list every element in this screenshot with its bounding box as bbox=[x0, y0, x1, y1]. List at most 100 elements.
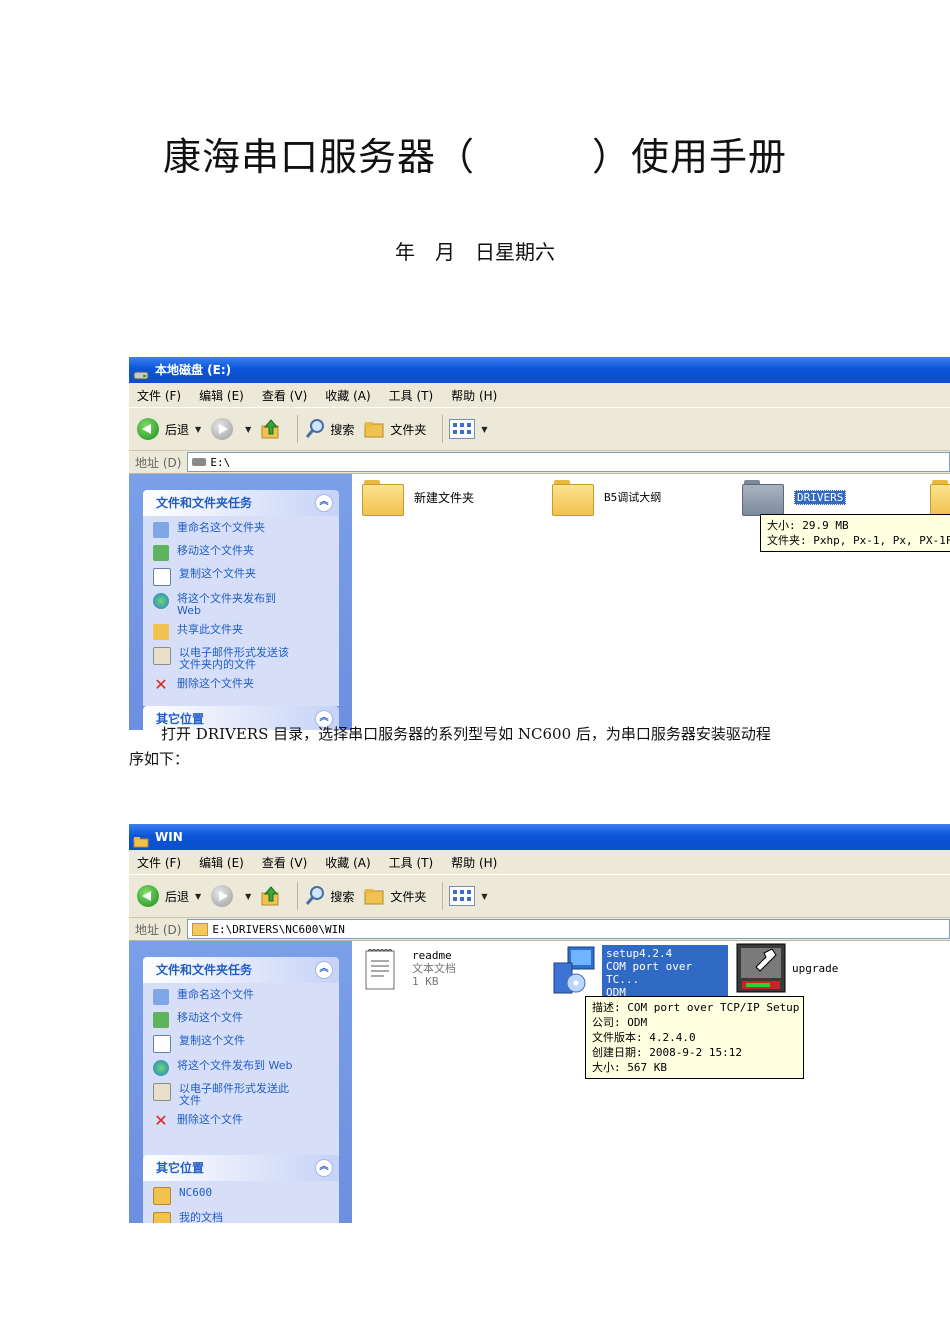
task-email-file[interactable]: 以电子邮件形式发送此 文件 bbox=[153, 1083, 339, 1107]
task-delete-folder[interactable]: ✕ 删除这个文件夹 bbox=[153, 677, 339, 694]
panel-header[interactable]: 文件和文件夹任务 ︽ bbox=[143, 957, 339, 983]
task-label: 重命名这个文件 bbox=[177, 988, 254, 1001]
folder-icon bbox=[742, 480, 784, 516]
chevron-down-icon[interactable]: ▼ bbox=[481, 892, 487, 901]
address-label: 地址 (D) bbox=[135, 922, 182, 937]
task-move-file[interactable]: 移动这个文件 bbox=[153, 1012, 339, 1028]
tooltip-created: 创建日期: 2008-9-2 15:12 bbox=[592, 1046, 742, 1059]
folder-item[interactable]: B5调试大纲 bbox=[552, 480, 661, 516]
menu-bar: 文件 (F) 编辑 (E) 查看 (V) 收藏 (A) 工具 (T) 帮助 (H… bbox=[129, 850, 950, 874]
menu-file[interactable]: 文件 (F) bbox=[137, 387, 181, 404]
explorer-window-win: WIN 文件 (F) 编辑 (E) 查看 (V) 收藏 (A) 工具 (T) 帮… bbox=[129, 824, 950, 1223]
toolbar-separator bbox=[442, 882, 444, 910]
task-label-cont: Web bbox=[177, 604, 201, 617]
document-date: 年 月 日星期六 bbox=[395, 240, 555, 264]
folder-item-partial[interactable] bbox=[930, 480, 950, 516]
folder-icon bbox=[362, 480, 404, 516]
back-button[interactable]: 后退 ▼ bbox=[137, 418, 201, 440]
chevron-down-icon[interactable]: ▼ bbox=[195, 425, 201, 434]
tooltip-size: 大小: 567 KB bbox=[592, 1061, 667, 1074]
back-label: 后退 bbox=[165, 422, 190, 437]
task-share-folder[interactable]: 共享此文件夹 bbox=[153, 624, 339, 640]
window-titlebar[interactable]: 本地磁盘 (E:) bbox=[129, 357, 950, 383]
up-button[interactable] bbox=[261, 885, 281, 907]
file-list: 新建文件夹 B5调试大纲 DRIVERS 大小: 29.9 MB 文件夹: Px… bbox=[352, 474, 950, 730]
paragraph-line: 序如下： bbox=[129, 750, 190, 768]
menu-help[interactable]: 帮助 (H) bbox=[451, 854, 497, 871]
menu-edit[interactable]: 编辑 (E) bbox=[199, 854, 244, 871]
task-email-files[interactable]: 以电子邮件形式发送该 文件夹内的文件 bbox=[153, 647, 339, 671]
file-tooltip: 描述: COM port over TCP/IP Setup 公司: ODM 文… bbox=[585, 996, 804, 1079]
task-label-group: 以电子邮件形式发送此 文件 bbox=[179, 1083, 289, 1107]
rename-icon bbox=[153, 989, 169, 1005]
folder-item[interactable]: 新建文件夹 bbox=[362, 480, 474, 516]
file-item-upgrade[interactable]: upgrade bbox=[736, 943, 838, 993]
task-copy-file[interactable]: 复制这个文件 bbox=[153, 1035, 339, 1053]
search-button[interactable]: 搜索 bbox=[304, 418, 354, 440]
file-item-setup-selected[interactable]: setup4.2.4 COM port over TC... ODM bbox=[546, 945, 728, 1001]
forward-button[interactable]: ▼ bbox=[211, 418, 251, 440]
menu-bar: 文件 (F) 编辑 (E) 查看 (V) 收藏 (A) 工具 (T) 帮助 (H… bbox=[129, 383, 950, 407]
menu-tools[interactable]: 工具 (T) bbox=[389, 854, 434, 871]
place-label: 我的文档 bbox=[179, 1211, 223, 1224]
chevron-down-icon[interactable]: ▼ bbox=[195, 892, 201, 901]
views-button[interactable]: ▼ bbox=[449, 419, 488, 439]
file-size: 1 KB bbox=[412, 975, 439, 988]
task-rename-file[interactable]: 重命名这个文件 bbox=[153, 989, 339, 1005]
chevron-down-icon[interactable]: ▼ bbox=[245, 892, 251, 901]
address-value: E:\DRIVERS\NC600\WIN bbox=[212, 922, 345, 936]
folders-button[interactable]: 文件夹 bbox=[364, 420, 426, 438]
address-field[interactable]: E:\DRIVERS\NC600\WIN bbox=[187, 919, 950, 939]
menu-favorites[interactable]: 收藏 (A) bbox=[325, 854, 370, 871]
menu-file[interactable]: 文件 (F) bbox=[137, 854, 181, 871]
window-titlebar[interactable]: WIN bbox=[129, 824, 950, 850]
panel-body: 重命名这个文件夹 移动这个文件夹 复制这个文件夹 将这个文件夹发布到 Web 共享… bbox=[143, 516, 339, 706]
menu-view[interactable]: 查看 (V) bbox=[262, 387, 307, 404]
menu-tools[interactable]: 工具 (T) bbox=[389, 387, 434, 404]
window-body: 文件和文件夹任务 ︽ 重命名这个文件夹 移动这个文件夹 复制这个文件夹 将这个文… bbox=[129, 474, 950, 730]
other-places-panel: 其它位置 ︽ NC600 我的文档 bbox=[143, 1155, 339, 1223]
task-copy-folder[interactable]: 复制这个文件夹 bbox=[153, 568, 339, 586]
collapse-chevron-icon[interactable]: ︽ bbox=[315, 961, 333, 979]
file-item-readme[interactable]: readme 文本文档 1 KB bbox=[364, 947, 456, 991]
task-rename-folder[interactable]: 重命名这个文件夹 bbox=[153, 522, 339, 538]
up-button[interactable] bbox=[261, 418, 281, 440]
installer-computer-icon bbox=[553, 946, 595, 994]
folder-tooltip: 大小: 29.9 MB 文件夹: Pxhp, Px-1, Px, PX-1F bbox=[760, 514, 950, 552]
move-icon bbox=[153, 1012, 169, 1028]
menu-help[interactable]: 帮助 (H) bbox=[451, 387, 497, 404]
panel-header[interactable]: 文件和文件夹任务 ︽ bbox=[143, 490, 339, 516]
views-icon bbox=[449, 419, 476, 439]
search-button[interactable]: 搜索 bbox=[304, 885, 354, 907]
body-paragraph: 打开 DRIVERS 目录，选择串口服务器的系列型号如 NC600 后，为串口服… bbox=[129, 722, 849, 772]
task-move-folder[interactable]: 移动这个文件夹 bbox=[153, 545, 339, 561]
views-button[interactable]: ▼ bbox=[449, 886, 488, 906]
collapse-chevron-icon[interactable]: ︽ bbox=[315, 1159, 333, 1177]
menu-view[interactable]: 查看 (V) bbox=[262, 854, 307, 871]
task-publish-web[interactable]: 将这个文件夹发布到 Web bbox=[153, 593, 339, 617]
task-label-cont: 文件夹内的文件 bbox=[179, 658, 256, 671]
menu-favorites[interactable]: 收藏 (A) bbox=[325, 387, 370, 404]
delete-x-icon: ✕ bbox=[154, 1111, 168, 1130]
address-field[interactable]: E:\ bbox=[187, 452, 950, 472]
task-label: 重命名这个文件夹 bbox=[177, 521, 265, 534]
folders-icon bbox=[364, 422, 384, 438]
menu-edit[interactable]: 编辑 (E) bbox=[199, 387, 244, 404]
back-button[interactable]: 后退 ▼ bbox=[137, 885, 201, 907]
chevron-down-icon[interactable]: ▼ bbox=[245, 425, 251, 434]
task-delete-file[interactable]: ✕ 删除这个文件 bbox=[153, 1111, 339, 1130]
folder-item-selected[interactable]: DRIVERS bbox=[742, 480, 847, 516]
collapse-chevron-icon[interactable]: ︽ bbox=[315, 494, 333, 512]
chevron-down-icon[interactable]: ▼ bbox=[481, 425, 487, 434]
panel-header[interactable]: 其它位置 ︽ bbox=[143, 1155, 339, 1181]
address-bar: 地址 (D) E:\DRIVERS\NC600\WIN bbox=[129, 918, 950, 941]
forward-button[interactable]: ▼ bbox=[211, 885, 251, 907]
tooltip-size: 大小: 29.9 MB bbox=[767, 519, 849, 532]
toolbar-separator bbox=[297, 882, 299, 910]
task-label-group: 以电子邮件形式发送该 文件夹内的文件 bbox=[179, 647, 289, 671]
globe-icon bbox=[153, 1060, 169, 1076]
place-my-documents[interactable]: 我的文档 bbox=[153, 1212, 339, 1223]
task-publish-web[interactable]: 将这个文件发布到 Web bbox=[153, 1060, 339, 1076]
folders-button[interactable]: 文件夹 bbox=[364, 887, 426, 905]
place-nc600[interactable]: NC600 bbox=[153, 1187, 339, 1205]
